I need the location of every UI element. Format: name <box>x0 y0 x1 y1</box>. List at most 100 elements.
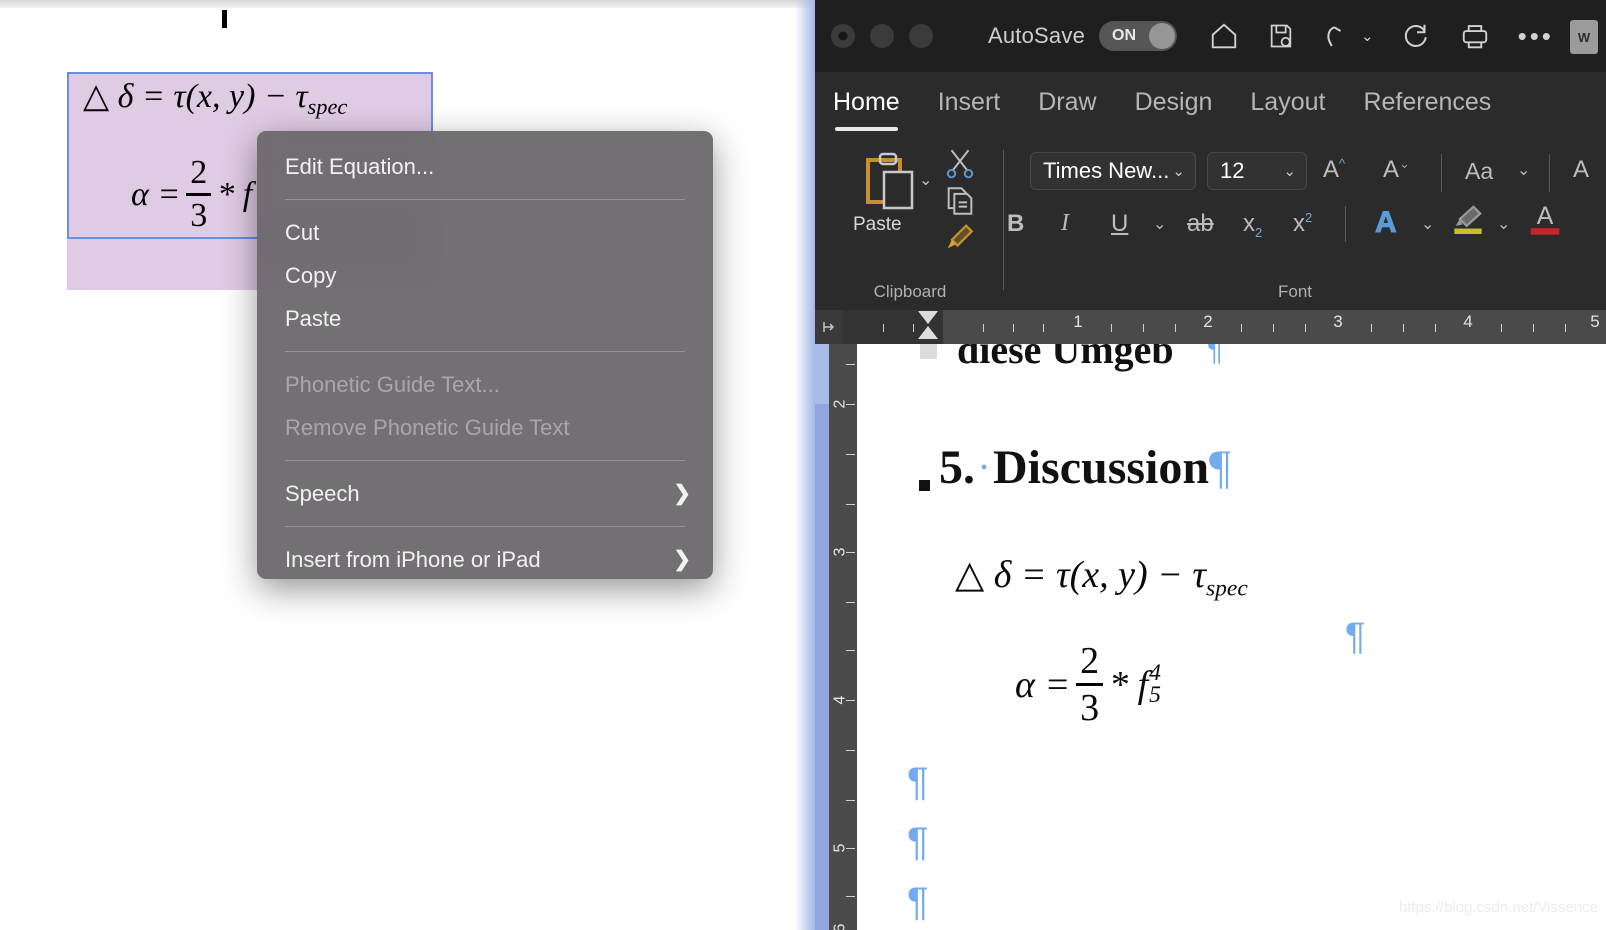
superscript-button[interactable]: x2 <box>1293 210 1312 238</box>
chevron-down-icon: ⌄ <box>1172 163 1185 180</box>
more-options-icon[interactable]: ••• <box>1518 23 1554 49</box>
format-painter-icon[interactable] <box>941 220 977 259</box>
copy-icon[interactable] <box>943 184 977 223</box>
document-equation-1[interactable]: △ δ = τ(x, y) − τspec <box>955 552 1248 603</box>
highlight-dropdown-icon[interactable]: ⌄ <box>1497 214 1510 234</box>
title-bar: AutoSave ON ⌄ ••• W <box>815 0 1606 72</box>
change-case-label: Aa <box>1465 158 1494 184</box>
paste-icon[interactable] <box>860 150 918 217</box>
fraction: 2 3 <box>1076 640 1104 727</box>
tab-design[interactable]: Design <box>1135 88 1213 117</box>
menu-item-copy[interactable]: Copy <box>257 254 713 297</box>
home-icon[interactable] <box>1209 21 1239 51</box>
subscript-index: 2 <box>1255 224 1263 240</box>
chevron-down-icon[interactable]: ⌄ <box>1361 27 1374 45</box>
vertical-ruler[interactable]: 2 3 4 5 6 <box>829 344 857 930</box>
ruler-label-4: 4 <box>1463 312 1473 331</box>
tab-insert[interactable]: Insert <box>938 88 1001 117</box>
horizontal-ruler[interactable]: 1 2 3 4 5 <box>843 310 1606 344</box>
text-effects-dropdown-icon[interactable]: ⌄ <box>1421 214 1434 234</box>
save-icon[interactable] <box>1267 21 1295 51</box>
font-color-icon[interactable]: A <box>1527 202 1563 241</box>
quick-access-toolbar[interactable]: ⌄ ••• <box>1209 21 1554 51</box>
ruler-label-2: 2 <box>1203 312 1213 331</box>
underline-dropdown-icon[interactable]: ⌄ <box>1153 214 1166 234</box>
word-window-body: AutoSave ON ⌄ ••• W Home Insert Draw Des… <box>815 0 1606 930</box>
menu-item-paste[interactable]: Paste <box>257 297 713 340</box>
autosave-toggle[interactable]: ON <box>1099 21 1178 51</box>
first-line-indent-marker[interactable] <box>918 311 938 324</box>
tab-home[interactable]: Home <box>833 88 900 131</box>
heading-number: 5. <box>939 441 975 494</box>
triangle-symbol: △ <box>83 78 110 115</box>
chevron-right-icon: ❯ <box>673 548 691 571</box>
shrink-font-button[interactable]: A⌄ <box>1383 156 1410 184</box>
font-divider-1 <box>1441 154 1442 192</box>
clear-formatting-button[interactable]: A <box>1573 156 1589 184</box>
equation-2-subscript: 5 <box>1149 681 1161 708</box>
font-size-dropdown[interactable]: 12 ⌄ <box>1207 152 1307 190</box>
change-case-button[interactable]: Aa <box>1465 158 1493 185</box>
menu-item-speech[interactable]: Speech ❯ <box>257 472 713 515</box>
grow-font-button[interactable]: A^ <box>1323 156 1345 184</box>
fraction-denominator: 3 <box>190 197 208 234</box>
menu-item-cut[interactable]: Cut <box>257 211 713 254</box>
font-name-dropdown[interactable]: Times New... ⌄ <box>1030 152 1196 190</box>
italic-button[interactable]: I <box>1061 210 1069 237</box>
redo-icon[interactable] <box>1402 21 1432 51</box>
menu-item-remove-phonetic-guide-text: Remove Phonetic Guide Text <box>257 406 713 449</box>
text-effects-button[interactable]: A <box>1375 206 1398 240</box>
font-divider-3 <box>1345 206 1346 242</box>
chevron-down-icon: ⌄ <box>1283 163 1296 180</box>
print-icon[interactable] <box>1460 21 1490 51</box>
fraction-bar <box>186 193 212 196</box>
window-left-strip <box>815 344 829 930</box>
undo-icon[interactable] <box>1323 21 1353 51</box>
paste-label: Paste <box>853 214 902 235</box>
ruler-corner-tab-selector[interactable] <box>815 310 843 344</box>
page-heading: 5. · Discussion ¶ <box>939 440 1231 495</box>
equation-2-mul: * f <box>1109 663 1149 706</box>
autosave-state: ON <box>1112 27 1137 44</box>
menu-item-insert-from-iphone-or-ipad[interactable]: Insert from iPhone or iPad ❯ <box>257 538 713 579</box>
close-button[interactable] <box>831 24 855 48</box>
equation-2-lhs: α = <box>1015 663 1071 706</box>
equation-line-2-lhs: α = <box>131 175 181 213</box>
fraction-numerator: 2 <box>190 154 208 191</box>
strikethrough-button[interactable]: ab <box>1187 210 1214 238</box>
fraction-numerator: 2 <box>1080 640 1100 682</box>
trailing-pilcrow-3: ¶ <box>907 880 929 924</box>
cut-scissors-icon[interactable] <box>943 146 977 185</box>
left-indent-marker[interactable] <box>920 344 937 359</box>
strikethrough-label: ab <box>1187 210 1214 237</box>
context-menu[interactable]: Edit Equation... Cut Copy Paste Phonetic… <box>257 131 713 579</box>
paste-dropdown-icon[interactable]: ⌄ <box>919 170 932 190</box>
document-equation-2[interactable]: α = 2 3 * f 4 5 <box>1015 642 1161 727</box>
tab-layout[interactable]: Layout <box>1250 88 1325 117</box>
window-top-strip <box>0 0 812 8</box>
bold-button[interactable]: B <box>1007 210 1024 238</box>
window-controls[interactable] <box>831 24 933 48</box>
watermark-text: https://blog.csdn.net/Vissence <box>1398 899 1598 916</box>
underline-button[interactable]: U <box>1111 210 1128 238</box>
highlight-icon[interactable] <box>1451 204 1485 239</box>
equation-line-pilcrow: ¶ <box>1345 616 1366 658</box>
document-page[interactable]: diese Umgeb ¶ 5. · Discussion ¶ △ δ = τ(… <box>857 344 1606 930</box>
fraction: 2 3 <box>186 154 212 234</box>
maximize-button[interactable] <box>909 24 933 48</box>
tab-references[interactable]: References <box>1363 88 1491 117</box>
menu-item-edit-equation[interactable]: Edit Equation... <box>257 145 713 188</box>
change-case-dropdown-icon[interactable]: ⌄ <box>1517 160 1530 180</box>
font-size-value: 12 <box>1220 158 1245 183</box>
ribbon-tabs[interactable]: Home Insert Draw Design Layout Reference… <box>815 72 1606 132</box>
equation-line-1: △ δ = τ(x, y) − τspec <box>83 76 347 120</box>
clipped-top-text: diese Umgeb <box>957 344 1174 372</box>
grow-font-label: A <box>1323 156 1340 183</box>
word-document-icon[interactable]: W <box>1570 20 1598 54</box>
hanging-indent-marker[interactable] <box>918 326 938 339</box>
minimize-button[interactable] <box>870 24 894 48</box>
tab-draw[interactable]: Draw <box>1038 88 1096 117</box>
heading-pilcrow: ¶ <box>1209 441 1231 494</box>
subscript-button[interactable]: x2 <box>1243 210 1262 240</box>
window-left-strip-highlight <box>815 344 829 404</box>
